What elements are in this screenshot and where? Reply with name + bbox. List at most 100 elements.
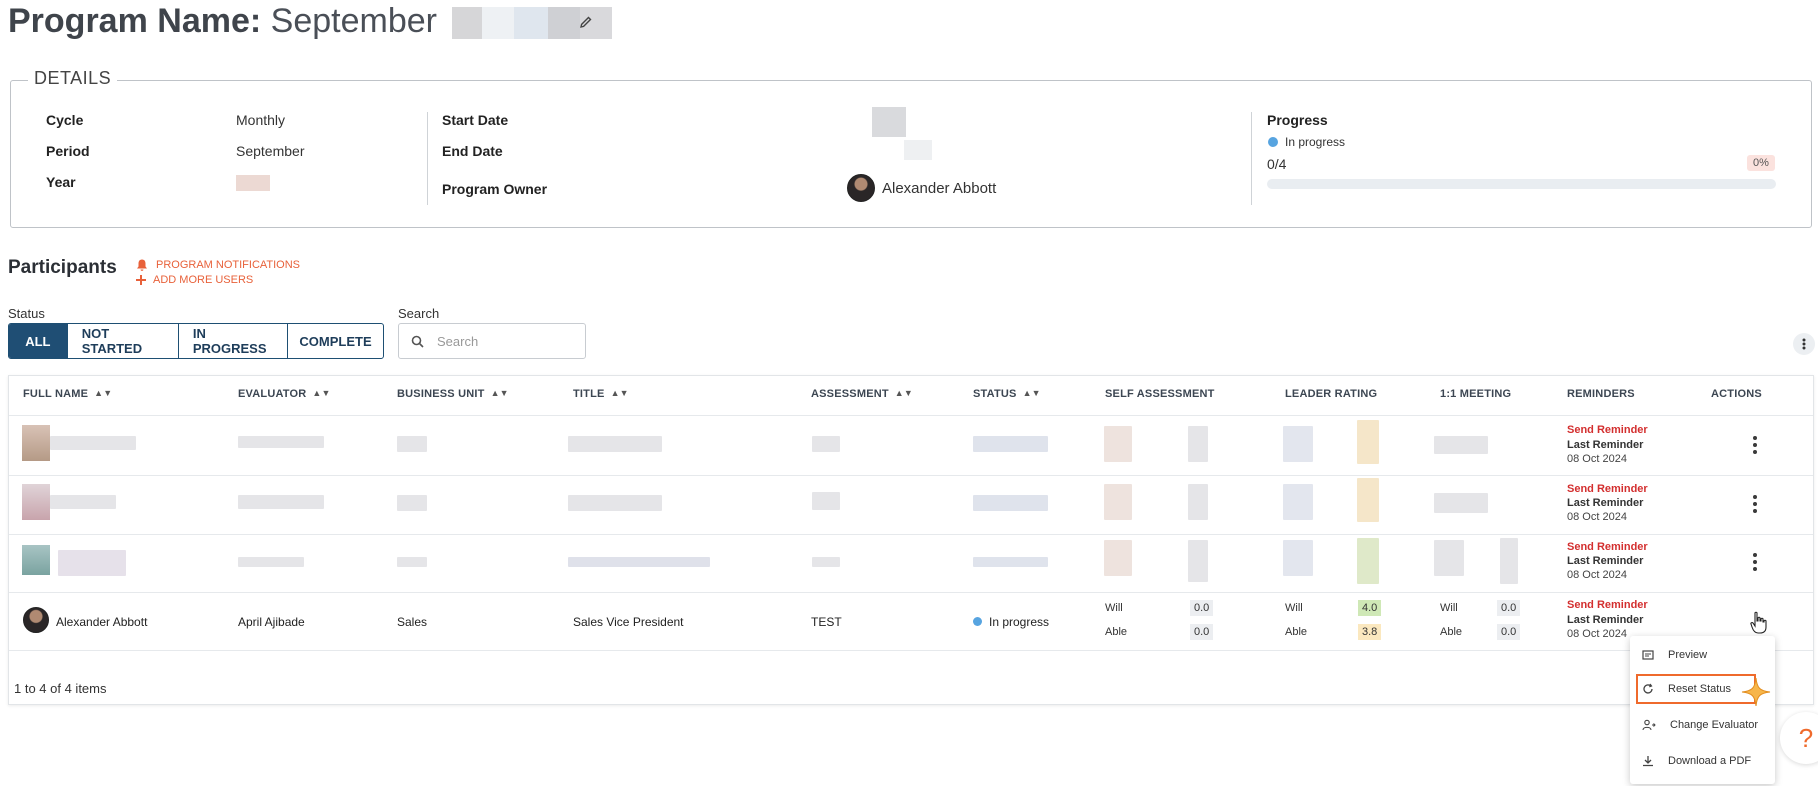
year-label: Year: [46, 174, 76, 190]
self-will-label: Will: [1105, 602, 1123, 614]
col-evaluator[interactable]: EVALUATOR ▲▼: [238, 388, 331, 400]
add-more-users-link[interactable]: ADD MORE USERS: [135, 274, 253, 286]
col-label: STATUS: [973, 388, 1017, 400]
last-reminder-date: 08 Oct 2024: [1567, 511, 1627, 523]
redacted-title: [568, 436, 662, 452]
menu-item-download-pdf[interactable]: Download a PDF: [1642, 751, 1751, 771]
leader-able-score: 3.8: [1358, 624, 1382, 640]
title-prefix: Program Name:: [8, 2, 262, 40]
redacted-evaluator: [238, 495, 324, 509]
menu-item-preview[interactable]: Preview: [1642, 645, 1707, 665]
start-date-redacted: [872, 107, 906, 137]
leader-will-label: Will: [1285, 602, 1303, 614]
last-reminder-label: Last Reminder: [1567, 555, 1644, 567]
sort-icon: ▲▼: [312, 388, 331, 398]
participants-title: Participants: [8, 257, 117, 278]
table-options-button[interactable]: [1793, 333, 1815, 355]
status-dot-icon: [973, 617, 982, 626]
redacted-leader-scores: [1357, 538, 1379, 584]
search-placeholder: Search: [437, 333, 479, 349]
last-reminder-date: 08 Oct 2024: [1567, 628, 1627, 640]
col-assessment[interactable]: ASSESSMENT ▲▼: [811, 388, 913, 400]
redacted-assessment: [812, 557, 840, 567]
program-notifications-label: PROGRAM NOTIFICATIONS: [156, 259, 301, 271]
cycle-label: Cycle: [46, 112, 84, 128]
send-reminder-link[interactable]: Send Reminder: [1567, 599, 1648, 611]
avatar: [23, 607, 49, 633]
self-will-score: 0.0: [1190, 600, 1214, 616]
col-leader-rating: LEADER RATING: [1285, 388, 1378, 400]
participant-name[interactable]: Alexander Abbott: [56, 615, 147, 629]
row-divider: [9, 592, 1813, 593]
menu-item-label: Preview: [1668, 649, 1708, 661]
filter-in-progress[interactable]: IN PROGRESS: [179, 324, 288, 358]
more-vertical-icon: [1802, 338, 1806, 350]
status-filter-group: ALL NOT STARTED IN PROGRESS COMPLETE: [8, 323, 384, 359]
program-owner-name: Alexander Abbott: [882, 180, 997, 197]
progress-label: Progress: [1267, 112, 1328, 128]
redacted-name: [50, 495, 116, 509]
progress-status: In progress: [1285, 135, 1346, 149]
items-count: 1 to 4 of 4 items: [14, 681, 107, 696]
help-button[interactable]: ?: [1780, 712, 1818, 764]
send-reminder-link[interactable]: Send Reminder: [1567, 483, 1648, 495]
last-reminder-label: Last Reminder: [1567, 439, 1644, 451]
sort-icon: ▲▼: [94, 388, 113, 398]
details-divider: [1251, 112, 1252, 205]
start-date-label: Start Date: [442, 112, 509, 128]
col-title[interactable]: TITLE ▲▼: [573, 388, 629, 400]
pencil-icon[interactable]: [578, 14, 594, 30]
filter-all[interactable]: ALL: [9, 324, 68, 358]
redacted-status: [973, 436, 1048, 452]
leader-will-score: 4.0: [1358, 600, 1382, 616]
participants-table: [8, 375, 1814, 705]
send-reminder-link[interactable]: Send Reminder: [1567, 541, 1648, 553]
end-date-label: End Date: [442, 143, 503, 159]
row-actions-button[interactable]: [1753, 495, 1757, 516]
redacted-name: [50, 436, 136, 450]
user-swap-icon: [1642, 719, 1656, 731]
filter-complete[interactable]: COMPLETE: [288, 324, 383, 358]
send-reminder-link[interactable]: Send Reminder: [1567, 424, 1648, 436]
col-business-unit[interactable]: BUSINESS UNIT ▲▼: [397, 388, 509, 400]
redacted-leader-scores: [1357, 478, 1379, 522]
redacted-business-unit: [397, 557, 427, 567]
redacted-business-unit: [397, 436, 427, 452]
col-meeting: 1:1 MEETING: [1440, 388, 1512, 400]
redacted-evaluator: [238, 557, 304, 567]
plus-icon: [136, 275, 146, 285]
redacted-meeting: [1434, 493, 1488, 513]
redacted-title: [568, 495, 662, 511]
avatar: [22, 425, 50, 461]
cycle-value: Monthly: [236, 112, 286, 128]
sort-icon: ▲▼: [490, 388, 509, 398]
row-actions-button[interactable]: [1753, 436, 1757, 457]
details-legend: DETAILS: [28, 68, 118, 89]
self-able-score: 0.0: [1190, 624, 1214, 640]
col-self-assessment: SELF ASSESSMENT: [1105, 388, 1215, 400]
col-status[interactable]: STATUS ▲▼: [973, 388, 1041, 400]
avatar: [22, 484, 50, 520]
progress-percent-badge: 0%: [1747, 155, 1775, 171]
program-notifications-link[interactable]: PROGRAM NOTIFICATIONS: [135, 258, 300, 272]
redacted-meeting-labels: [1434, 540, 1464, 576]
redacted-self-scores: [1188, 540, 1208, 582]
leader-able-label: Able: [1285, 626, 1308, 638]
menu-item-change-evaluator[interactable]: Change Evaluator: [1642, 715, 1758, 735]
col-reminders: REMINDERS: [1567, 388, 1635, 400]
search-input[interactable]: Search: [398, 323, 586, 359]
job-title: Sales Vice President: [573, 615, 684, 629]
sparkle-icon: [1741, 677, 1771, 712]
filter-not-started[interactable]: NOT STARTED: [68, 324, 179, 358]
row-actions-button[interactable]: [1753, 553, 1757, 574]
download-icon: [1643, 756, 1653, 767]
col-label: EVALUATOR: [238, 388, 307, 400]
page-title: Program Name: September: [8, 2, 613, 41]
redacted-assessment: [812, 492, 840, 510]
col-label: ASSESSMENT: [811, 388, 889, 400]
redacted-name: [58, 550, 126, 576]
col-full-name[interactable]: FULL NAME ▲▼: [23, 388, 112, 400]
last-reminder-label: Last Reminder: [1567, 497, 1644, 509]
row-divider: [9, 650, 1813, 651]
program-name: September: [270, 2, 437, 40]
